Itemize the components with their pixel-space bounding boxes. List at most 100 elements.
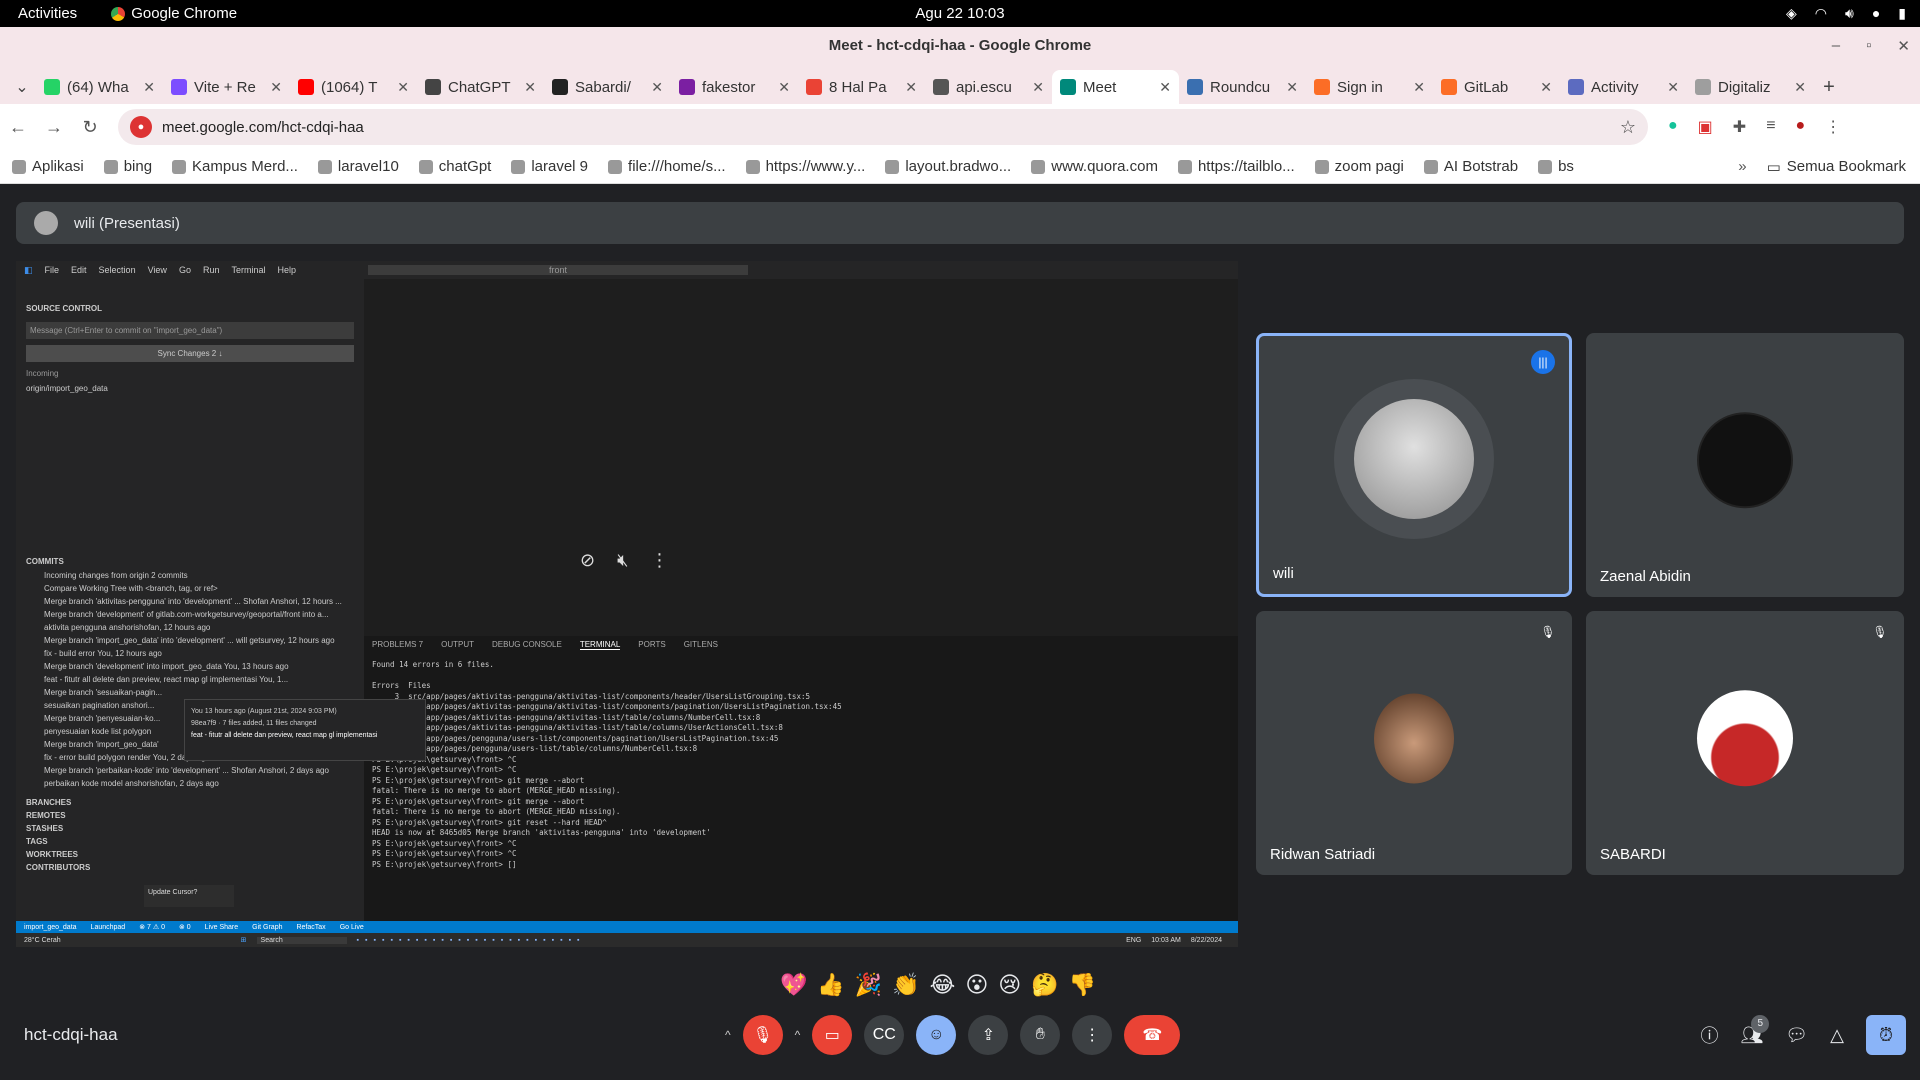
reaction-emoji[interactable]: 👎 bbox=[1069, 972, 1096, 998]
url-text[interactable]: meet.google.com/hct-cdqi-haa bbox=[162, 119, 364, 136]
more-bookmarks-icon[interactable]: » bbox=[1738, 158, 1746, 175]
tab-search-icon[interactable]: ⌄ bbox=[8, 70, 36, 104]
bookmark-star-icon[interactable]: ☆ bbox=[1620, 117, 1636, 138]
reaction-emoji[interactable]: 🤔 bbox=[1031, 972, 1058, 998]
bookmark-item[interactable]: zoom pagi bbox=[1314, 158, 1404, 175]
bookmark-item[interactable]: chatGpt bbox=[418, 158, 491, 175]
reload-icon[interactable]: ↻ bbox=[72, 117, 108, 138]
video-options-chevron-icon[interactable]: ^ bbox=[795, 1028, 801, 1042]
activities-button[interactable]: Activities bbox=[18, 5, 77, 22]
shared-screen[interactable]: ◧ File Edit Selection View Go Run Terminal Help… bbox=[16, 261, 1238, 947]
tab-close-icon[interactable]: ✕ bbox=[1159, 79, 1171, 96]
bookmark-item[interactable]: AI Botstrab bbox=[1423, 158, 1518, 175]
more-options-button[interactable]: ⋮ bbox=[1072, 1015, 1113, 1055]
browser-tab[interactable]: Activity ✕ bbox=[1560, 70, 1687, 104]
tab-close-icon[interactable]: ✕ bbox=[905, 79, 917, 96]
media-control-icon[interactable]: ≡ bbox=[1766, 117, 1775, 137]
chrome-menu-icon[interactable]: ⋮ bbox=[1825, 117, 1841, 137]
system-clock[interactable]: Agu 22 10:03 bbox=[915, 5, 1004, 22]
browser-tab[interactable]: fakestor ✕ bbox=[671, 70, 798, 104]
browser-tab[interactable]: (1064) T ✕ bbox=[290, 70, 417, 104]
captions-button[interactable]: CC bbox=[864, 1015, 905, 1055]
site-recording-icon[interactable]: ● bbox=[130, 116, 152, 138]
participant-tile-wili[interactable]: ||| wili bbox=[1256, 333, 1572, 597]
microphone-toggle-button[interactable]: 🎙︎ bbox=[742, 1015, 783, 1055]
tab-close-icon[interactable]: ✕ bbox=[1413, 79, 1425, 96]
tab-close-icon[interactable]: ✕ bbox=[651, 79, 663, 96]
browser-tab[interactable]: Sign in ✕ bbox=[1306, 70, 1433, 104]
reactions-button[interactable]: ☺ bbox=[916, 1015, 957, 1055]
participant-tile-zaenal[interactable]: Zaenal Abidin bbox=[1586, 333, 1904, 597]
bookmark-item[interactable]: file:///home/s... bbox=[608, 158, 726, 175]
bookmark-item[interactable]: Kampus Merd... bbox=[172, 158, 298, 175]
participant-tile-ridwan[interactable]: 🎙︎ Ridwan Satriadi bbox=[1256, 611, 1572, 875]
bookmark-item[interactable]: https://tailblo... bbox=[1177, 158, 1295, 175]
tab-close-icon[interactable]: ✕ bbox=[1540, 79, 1552, 96]
restore-icon[interactable]: ▫ bbox=[1866, 37, 1871, 55]
record-extension-icon[interactable]: ▣ bbox=[1698, 117, 1713, 137]
activities-icon[interactable]: △ bbox=[1830, 1025, 1844, 1046]
tab-close-icon[interactable]: ✕ bbox=[524, 79, 536, 96]
camera-toggle-button[interactable]: ▭ bbox=[812, 1015, 853, 1055]
bookmark-item[interactable]: bs bbox=[1538, 158, 1574, 175]
bookmark-item[interactable]: bing bbox=[103, 158, 152, 175]
all-bookmarks-button[interactable]: ▭ Semua Bookmark bbox=[1767, 158, 1906, 176]
tab-close-icon[interactable]: ✕ bbox=[778, 79, 790, 96]
reaction-emoji[interactable]: 😂 bbox=[930, 972, 956, 998]
browser-tab[interactable]: (64) Wha ✕ bbox=[36, 70, 163, 104]
raise-hand-button[interactable]: ✋︎ bbox=[1020, 1015, 1061, 1055]
forward-icon[interactable]: → bbox=[36, 117, 72, 138]
browser-tab[interactable]: GitLab ✕ bbox=[1433, 70, 1560, 104]
tab-close-icon[interactable]: ✕ bbox=[397, 79, 409, 96]
reaction-emoji[interactable]: 👏 bbox=[892, 972, 919, 998]
terminal-line: 1 src/app/pages/aktivitas-pengguna/aktiv… bbox=[372, 712, 761, 722]
browser-tab[interactable]: api.escu ✕ bbox=[925, 70, 1052, 104]
people-icon[interactable]: 👥︎ 5 bbox=[1740, 1014, 1770, 1046]
tab-close-icon[interactable]: ✕ bbox=[270, 79, 282, 96]
new-tab-button[interactable]: + bbox=[1814, 70, 1844, 104]
minimize-icon[interactable]: – bbox=[1832, 37, 1840, 55]
tab-favicon-icon bbox=[806, 79, 822, 95]
meeting-details-icon[interactable]: ⓘ bbox=[1700, 1022, 1718, 1048]
bookmark-item[interactable]: https://www.y... bbox=[745, 158, 865, 175]
browser-tab[interactable]: Vite + Re ✕ bbox=[163, 70, 290, 104]
participant-avatar bbox=[1697, 690, 1793, 787]
bookmark-item[interactable]: laravel10 bbox=[317, 158, 399, 175]
tab-close-icon[interactable]: ✕ bbox=[1794, 79, 1806, 96]
tab-close-icon[interactable]: ✕ bbox=[1667, 79, 1679, 96]
system-tray[interactable]: ◈ ◠ 🔊︎ ● ▮ bbox=[1786, 5, 1906, 22]
browser-tab[interactable]: Digitaliz ✕ bbox=[1687, 70, 1814, 104]
browser-tab[interactable]: ChatGPT ✕ bbox=[417, 70, 544, 104]
reaction-emoji[interactable]: 🎉 bbox=[855, 972, 882, 998]
tab-close-icon[interactable]: ✕ bbox=[1286, 79, 1298, 96]
bookmark-item[interactable]: www.quora.com bbox=[1031, 158, 1158, 175]
bookmark-label: layout.bradwo... bbox=[905, 158, 1012, 175]
bookmark-item[interactable]: layout.bradwo... bbox=[885, 158, 1011, 175]
present-screen-button[interactable]: ⇪ bbox=[968, 1015, 1009, 1055]
bookmark-item[interactable]: laravel 9 bbox=[511, 158, 588, 175]
audio-options-chevron-icon[interactable]: ^ bbox=[725, 1028, 731, 1042]
browser-tab[interactable]: 8 Hal Pa ✕ bbox=[798, 70, 925, 104]
grammarly-extension-icon[interactable]: ● bbox=[1668, 117, 1678, 137]
tab-close-icon[interactable]: ✕ bbox=[143, 79, 155, 96]
bookmark-item[interactable]: Aplikasi bbox=[12, 158, 84, 175]
reaction-emoji[interactable]: 😢 bbox=[998, 972, 1021, 998]
discord-tray-icon[interactable]: ◈ bbox=[1786, 5, 1797, 22]
active-app-menu[interactable]: Google Chrome bbox=[111, 5, 237, 22]
extensions-puzzle-icon[interactable]: ✚ bbox=[1733, 117, 1746, 137]
reaction-emoji[interactable]: 😮 bbox=[965, 972, 988, 998]
tab-close-icon[interactable]: ✕ bbox=[1032, 79, 1044, 96]
leave-call-button[interactable]: ☎︎ bbox=[1124, 1015, 1181, 1055]
host-controls-icon[interactable]: ⏰︎ bbox=[1866, 1015, 1906, 1055]
profile-avatar-icon[interactable]: ● bbox=[1796, 117, 1806, 137]
chat-icon[interactable]: 💬︎ bbox=[1785, 1025, 1808, 1046]
browser-tab[interactable]: Sabardi/ ✕ bbox=[544, 70, 671, 104]
browser-tab[interactable]: Meet ✕ bbox=[1052, 70, 1179, 104]
reaction-emoji[interactable]: 👍 bbox=[817, 972, 844, 998]
browser-tab[interactable]: Roundcu ✕ bbox=[1179, 70, 1306, 104]
reaction-emoji[interactable]: 💖 bbox=[780, 972, 807, 998]
close-window-icon[interactable]: ✕ bbox=[1897, 37, 1910, 55]
back-icon[interactable]: ← bbox=[0, 117, 36, 138]
address-bar[interactable]: ● meet.google.com/hct-cdqi-haa ☆ bbox=[118, 109, 1648, 145]
participant-tile-sabardi[interactable]: 🎙︎ SABARDI bbox=[1586, 611, 1904, 875]
